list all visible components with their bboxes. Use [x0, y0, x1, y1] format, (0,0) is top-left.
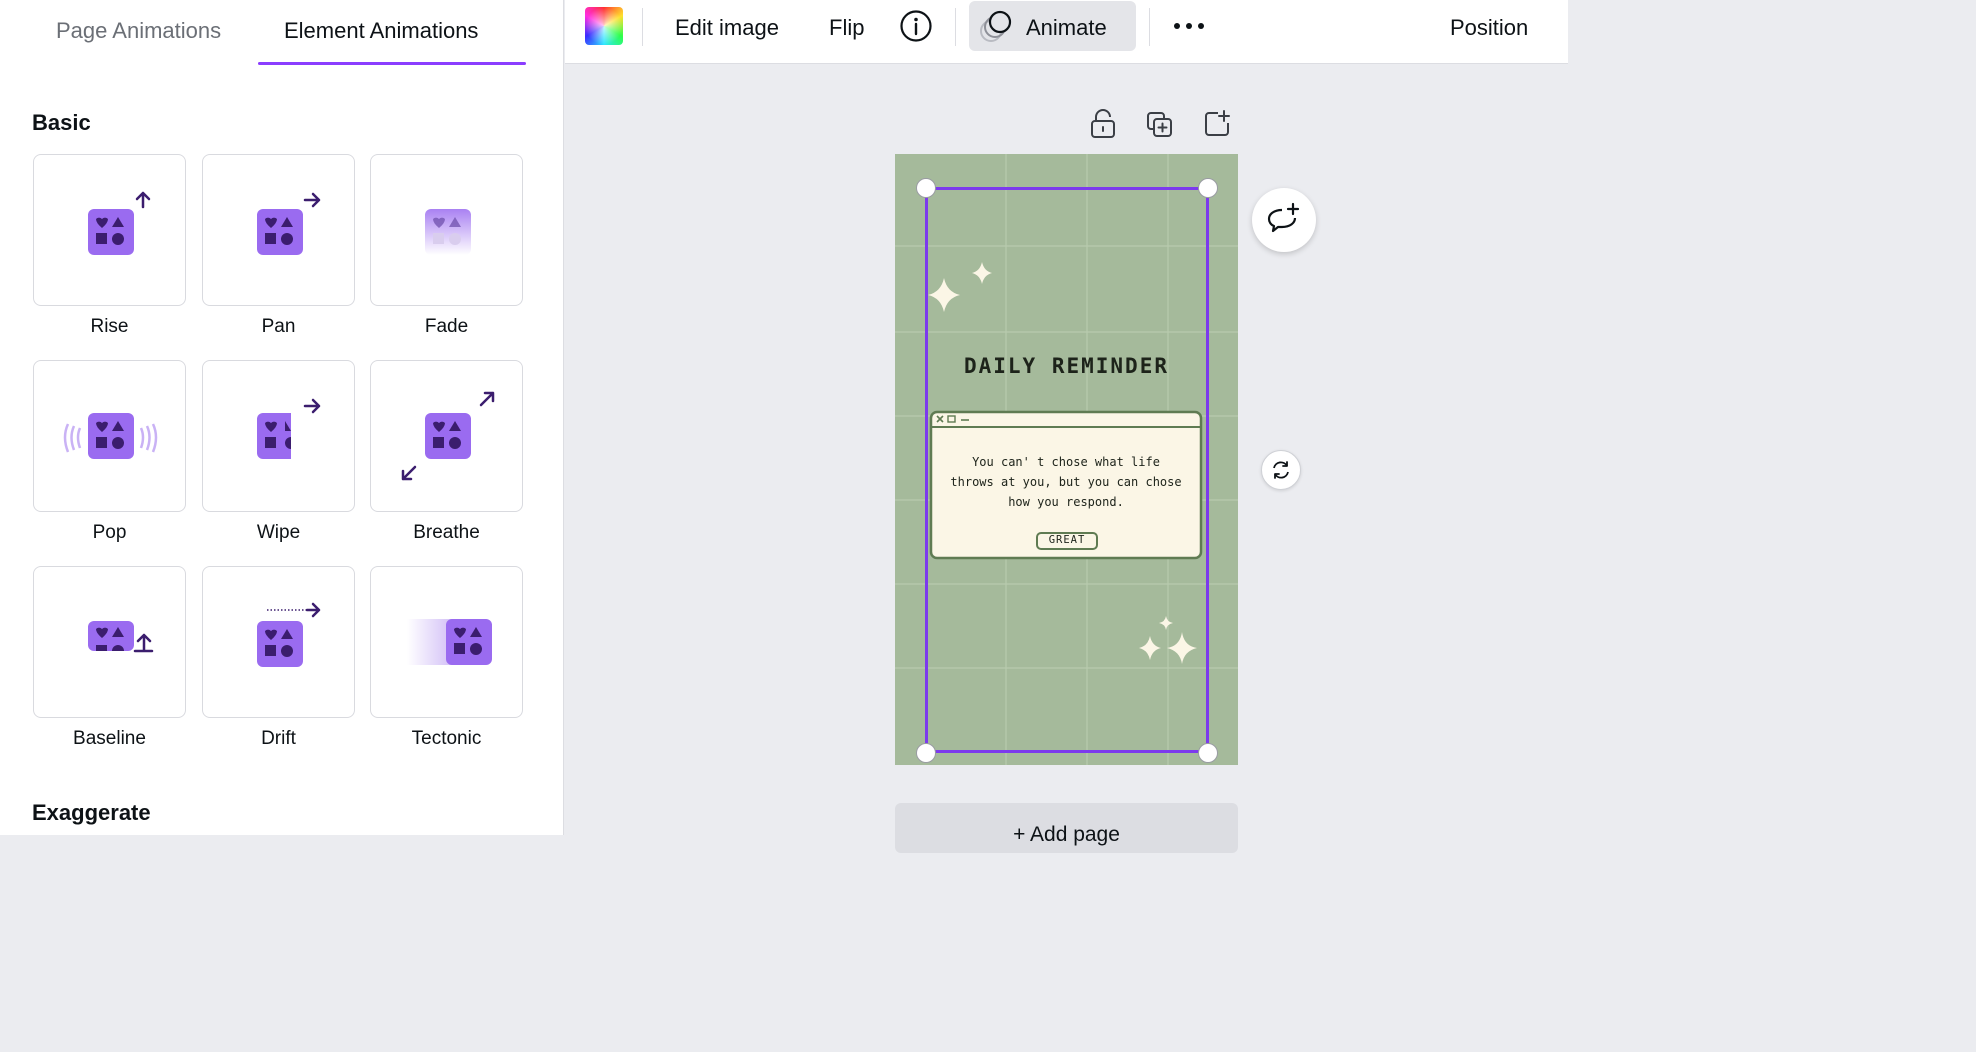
- animate-icon: [980, 10, 1012, 42]
- animation-card-pan[interactable]: [202, 154, 355, 306]
- add-page-button[interactable]: + Add page: [895, 803, 1238, 853]
- tab-element-animations[interactable]: Element Animations: [284, 18, 478, 44]
- duplicate-icon[interactable]: [1146, 111, 1174, 139]
- add-comment-button[interactable]: [1252, 188, 1316, 252]
- animation-card-tectonic[interactable]: [370, 566, 523, 718]
- edit-image-button[interactable]: Edit image: [675, 15, 779, 41]
- info-icon[interactable]: [899, 9, 933, 43]
- animation-card-pop[interactable]: [33, 360, 186, 512]
- animation-label-drift: Drift: [261, 728, 296, 749]
- animation-card-breathe[interactable]: [370, 360, 523, 512]
- section-title-exaggerate: Exaggerate: [32, 800, 151, 825]
- animation-card-baseline[interactable]: [33, 566, 186, 718]
- baseline-icon: [88, 621, 154, 653]
- pan-icon: [257, 192, 321, 255]
- wipe-icon: [257, 398, 321, 459]
- toolbar-divider: [955, 8, 956, 46]
- animation-card-fade[interactable]: [370, 154, 523, 306]
- toolbar-divider: [642, 8, 643, 46]
- rotate-button[interactable]: [1261, 450, 1301, 490]
- animate-button[interactable]: Animate: [969, 1, 1136, 51]
- more-icon[interactable]: [1171, 16, 1207, 36]
- pop-icon: [63, 413, 158, 459]
- tectonic-icon: [407, 619, 492, 665]
- animation-label-tectonic: Tectonic: [411, 728, 482, 749]
- animation-label-pan: Pan: [261, 316, 296, 337]
- color-swatch-button[interactable]: [585, 7, 623, 45]
- resize-handle-bottom-left[interactable]: [916, 743, 936, 763]
- selection-frame: [925, 187, 1209, 753]
- add-page-icon[interactable]: [1204, 110, 1232, 138]
- top-toolbar: Edit image Flip Animate Position: [565, 0, 1568, 64]
- position-button[interactable]: Position: [1450, 15, 1528, 41]
- animation-label-fade: Fade: [424, 316, 469, 337]
- resize-handle-bottom-right[interactable]: [1198, 743, 1218, 763]
- tab-page-animations[interactable]: Page Animations: [56, 18, 221, 44]
- animations-panel: Page Animations Element Animations Basic: [0, 0, 564, 835]
- comment-add-icon: [1267, 202, 1300, 233]
- drift-icon: [257, 602, 321, 667]
- animation-label-pop: Pop: [92, 522, 127, 543]
- animation-label-baseline: Baseline: [73, 728, 146, 749]
- flip-button[interactable]: Flip: [829, 15, 864, 41]
- fade-icon: [425, 209, 471, 255]
- active-tab-indicator: [258, 62, 526, 65]
- animate-label: Animate: [1026, 15, 1107, 40]
- rotate-icon: [1273, 461, 1289, 479]
- animation-label-breathe: Breathe: [413, 522, 480, 543]
- resize-handle-top-right[interactable]: [1198, 178, 1218, 198]
- breathe-icon: [401, 391, 495, 481]
- animation-card-rise[interactable]: [33, 154, 186, 306]
- resize-handle-top-left[interactable]: [916, 178, 936, 198]
- section-title-basic: Basic: [32, 110, 91, 135]
- toolbar-divider: [1149, 8, 1150, 46]
- lock-icon[interactable]: [1090, 108, 1116, 140]
- animation-label-wipe: Wipe: [256, 522, 301, 543]
- animation-card-drift[interactable]: [202, 566, 355, 718]
- animation-label-rise: Rise: [90, 316, 129, 337]
- rise-icon: [88, 191, 151, 255]
- animation-card-wipe[interactable]: [202, 360, 355, 512]
